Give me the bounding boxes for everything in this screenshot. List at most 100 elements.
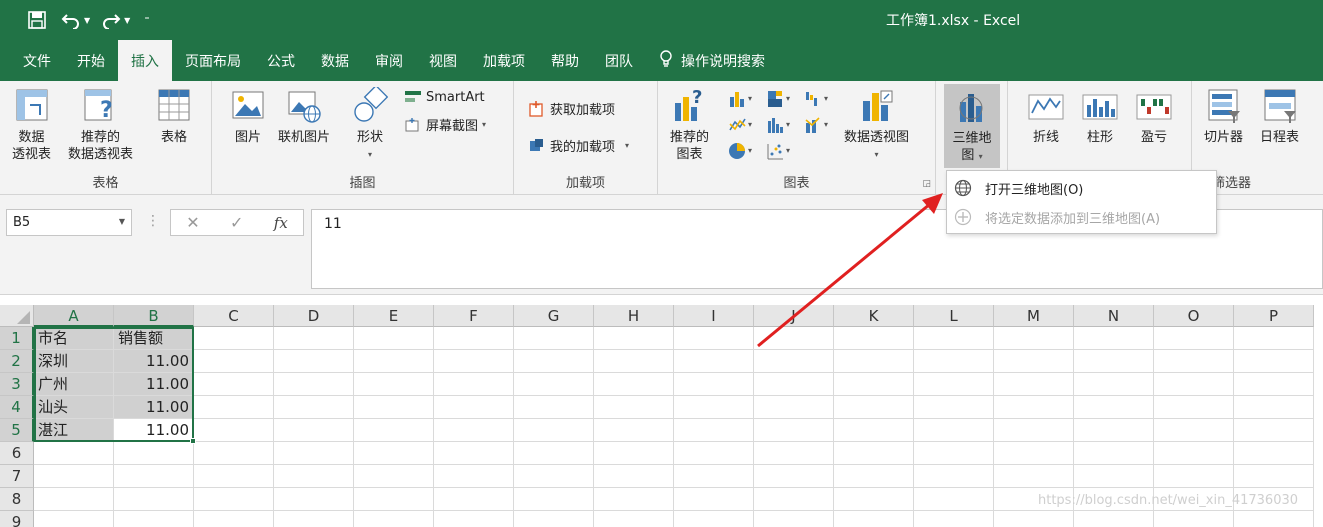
cell-p1[interactable] [1234,327,1314,350]
sparkline-line-button[interactable]: 折线 [1028,87,1064,146]
cell-n7[interactable] [1074,465,1154,488]
row-header-2[interactable]: 2 [0,350,34,373]
cell-e2[interactable] [354,350,434,373]
cell-a2[interactable]: 深圳 [34,350,114,373]
cell-e5[interactable] [354,419,434,442]
cell-e9[interactable] [354,511,434,527]
statistic-chart-button[interactable]: ▾ [766,115,794,135]
cell-m9[interactable] [994,511,1074,527]
column-header-e[interactable]: E [354,305,434,327]
cell-c9[interactable] [194,511,274,527]
cell-g1[interactable] [514,327,594,350]
cell-b8[interactable] [114,488,194,511]
tab-view[interactable]: 视图 [416,40,470,81]
column-header-k[interactable]: K [834,305,914,327]
cell-k2[interactable] [834,350,914,373]
cell-h8[interactable] [594,488,674,511]
cell-b7[interactable] [114,465,194,488]
cell-o5[interactable] [1154,419,1234,442]
column-header-h[interactable]: H [594,305,674,327]
cell-j8[interactable] [754,488,834,511]
cell-a3[interactable]: 广州 [34,373,114,396]
cell-f7[interactable] [434,465,514,488]
pie-chart-button[interactable]: ▾ [728,141,756,161]
cell-i1[interactable] [674,327,754,350]
cell-c3[interactable] [194,373,274,396]
cell-i3[interactable] [674,373,754,396]
cell-d7[interactable] [274,465,354,488]
tab-addins[interactable]: 加载项 [470,40,538,81]
column-header-o[interactable]: O [1154,305,1234,327]
cell-g6[interactable] [514,442,594,465]
row-header-8[interactable]: 8 [0,488,34,511]
cell-j1[interactable] [754,327,834,350]
cell-m2[interactable] [994,350,1074,373]
cell-c1[interactable] [194,327,274,350]
cell-n3[interactable] [1074,373,1154,396]
cell-l9[interactable] [914,511,994,527]
cell-d9[interactable] [274,511,354,527]
cell-d6[interactable] [274,442,354,465]
add-to-3d-maps-item[interactable]: 将选定数据添加到三维地图(A) [947,203,1216,231]
cell-c5[interactable] [194,419,274,442]
cell-h6[interactable] [594,442,674,465]
column-header-a[interactable]: A [34,305,114,327]
cell-j6[interactable] [754,442,834,465]
cell-a1[interactable]: 市名 [34,327,114,350]
cell-l7[interactable] [914,465,994,488]
cell-g9[interactable] [514,511,594,527]
cell-a5[interactable]: 湛江 [34,419,114,442]
cell-a8[interactable] [34,488,114,511]
screenshot-button[interactable]: 屏幕截图 ▾ [404,115,486,134]
cell-e3[interactable] [354,373,434,396]
column-header-i[interactable]: I [674,305,754,327]
cell-i8[interactable] [674,488,754,511]
recommended-charts-button[interactable]: ? 推荐的 图表 [670,87,709,163]
cell-e4[interactable] [354,396,434,419]
waterfall-chart-button[interactable]: ▾ [804,89,832,109]
customize-qat-icon[interactable]: ⁼ [144,15,149,26]
column-header-p[interactable]: P [1234,305,1314,327]
row-header-7[interactable]: 7 [0,465,34,488]
column-header-n[interactable]: N [1074,305,1154,327]
cell-j3[interactable] [754,373,834,396]
cell-c7[interactable] [194,465,274,488]
cell-c4[interactable] [194,396,274,419]
slicer-button[interactable]: 切片器 [1204,87,1243,146]
cell-m1[interactable] [994,327,1074,350]
redo-icon[interactable] [98,9,124,31]
cell-o9[interactable] [1154,511,1234,527]
cell-h2[interactable] [594,350,674,373]
cell-k6[interactable] [834,442,914,465]
cell-l4[interactable] [914,396,994,419]
cell-o3[interactable] [1154,373,1234,396]
sparkline-winloss-button[interactable]: 盈亏 [1136,87,1172,146]
tab-formulas[interactable]: 公式 [254,40,308,81]
cell-e6[interactable] [354,442,434,465]
cell-d8[interactable] [274,488,354,511]
cell-a7[interactable] [34,465,114,488]
insert-function-icon[interactable]: fx [274,214,288,232]
cell-n4[interactable] [1074,396,1154,419]
online-pictures-button[interactable]: 联机图片 [278,87,330,146]
cell-m6[interactable] [994,442,1074,465]
cell-p4[interactable] [1234,396,1314,419]
cell-g7[interactable] [514,465,594,488]
cell-h5[interactable] [594,419,674,442]
cell-m3[interactable] [994,373,1074,396]
cell-j4[interactable] [754,396,834,419]
cell-f5[interactable] [434,419,514,442]
formula-bar-grip-icon[interactable]: ⋮ [146,213,160,229]
tell-me-search[interactable]: 操作说明搜索 [646,40,778,81]
row-header-4[interactable]: 4 [0,396,34,419]
cell-i2[interactable] [674,350,754,373]
name-box[interactable]: B5 ▼ [6,209,132,236]
cell-f6[interactable] [434,442,514,465]
tab-home[interactable]: 开始 [64,40,118,81]
column-header-j[interactable]: J [754,305,834,327]
cell-g5[interactable] [514,419,594,442]
cell-i9[interactable] [674,511,754,527]
cell-f2[interactable] [434,350,514,373]
row-header-5[interactable]: 5 [0,419,34,442]
cancel-icon[interactable]: ✕ [186,213,199,232]
